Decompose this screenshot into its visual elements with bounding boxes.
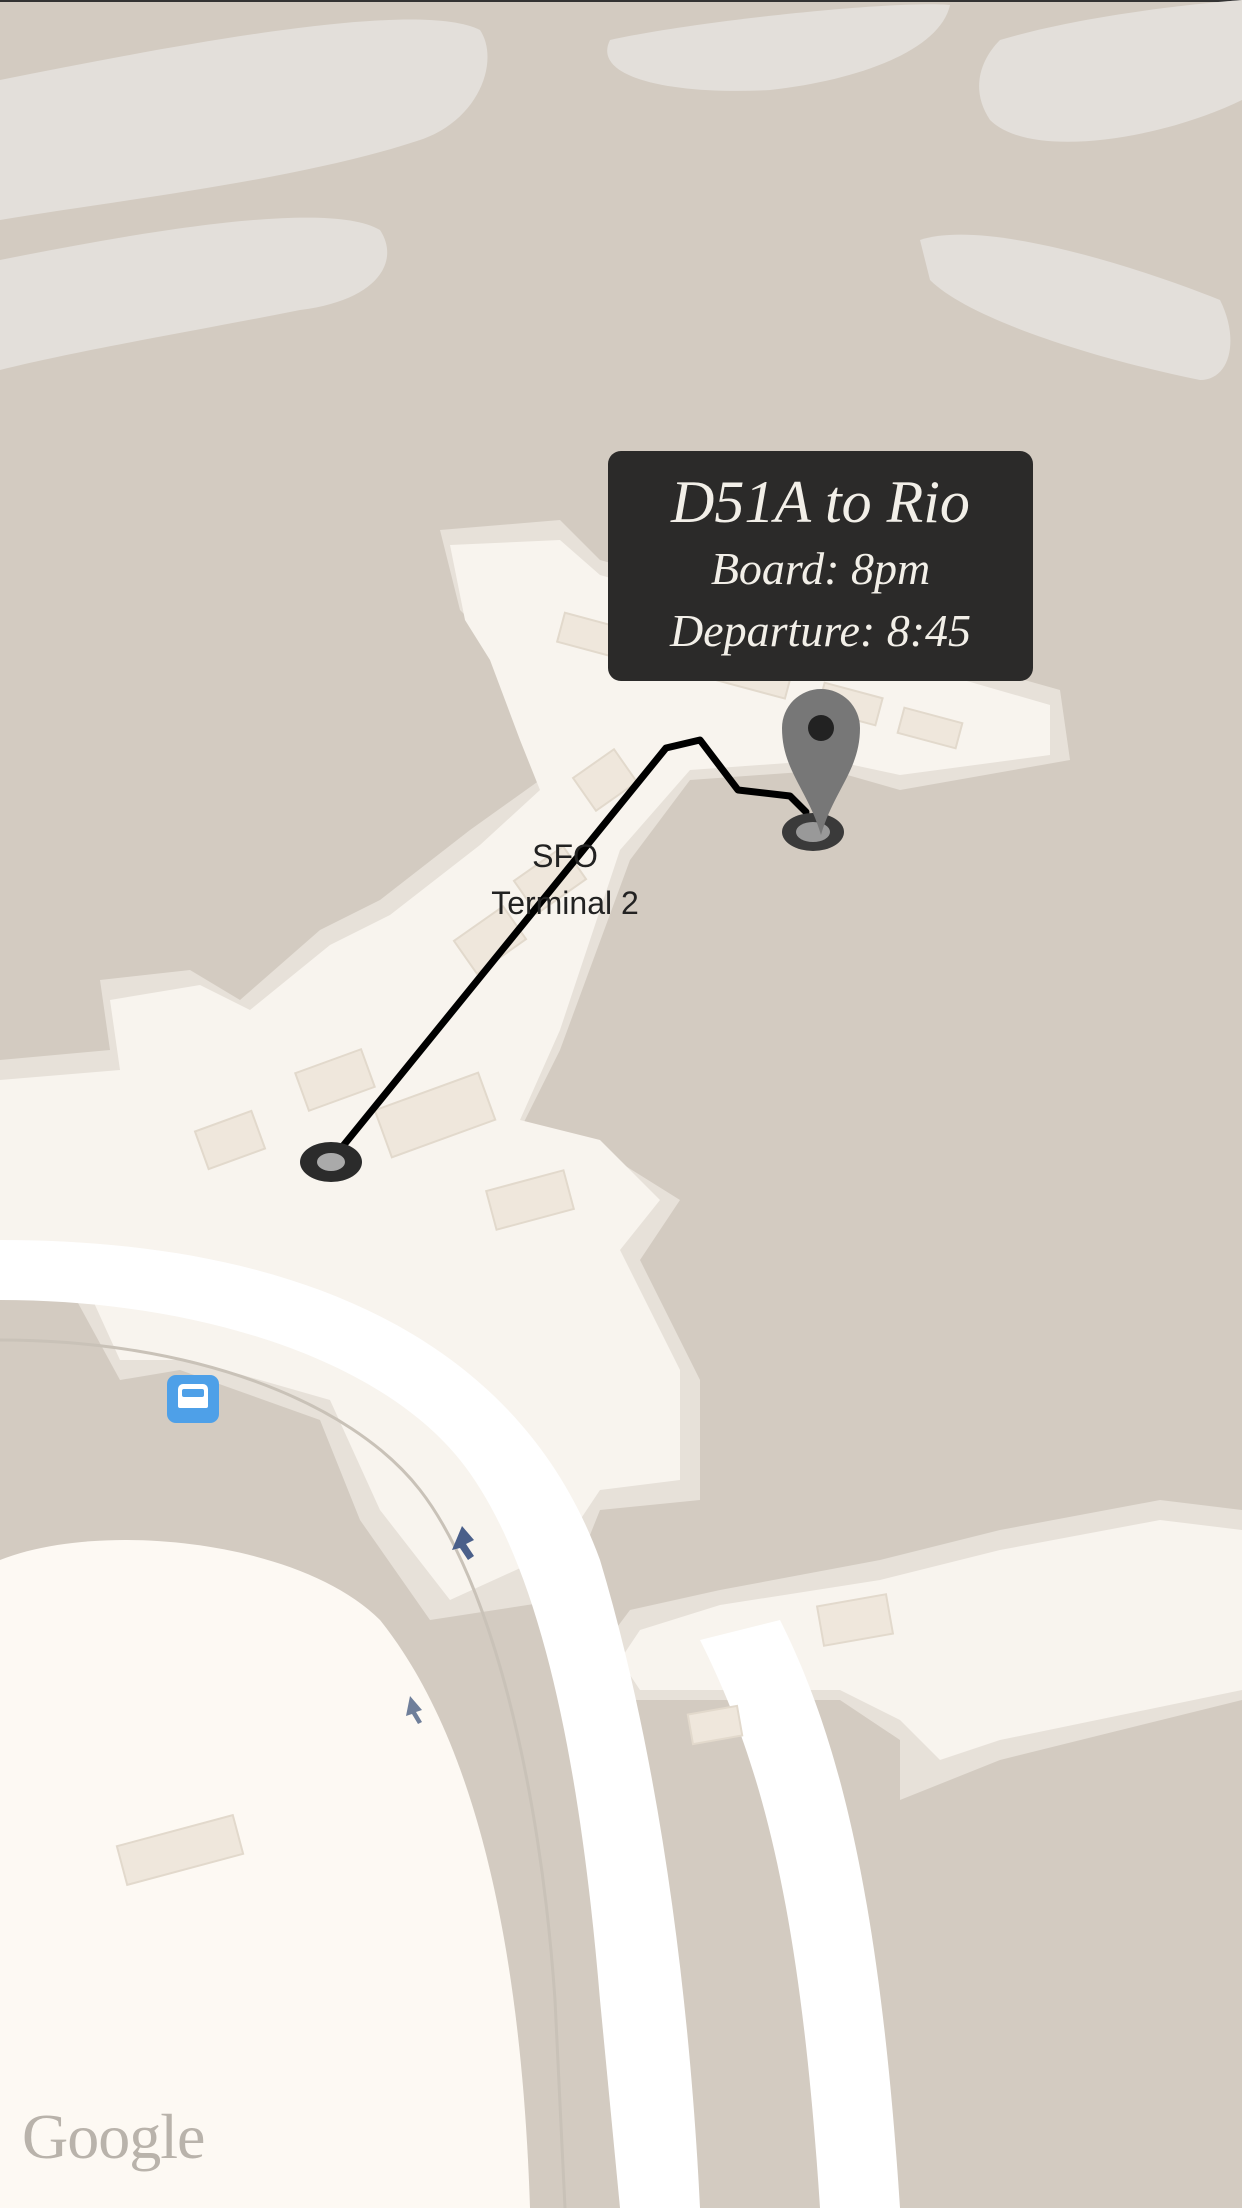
building-label-code: SFO xyxy=(532,838,598,874)
destination-ring-icon xyxy=(782,813,844,851)
tarmac-areas xyxy=(0,0,1242,380)
location-dot-icon[interactable] xyxy=(300,1142,362,1182)
map-canvas[interactable] xyxy=(0,0,1242,2208)
google-attribution[interactable]: Google xyxy=(22,2100,205,2174)
bus-icon[interactable] xyxy=(167,1375,219,1423)
building-label-name: Terminal 2 xyxy=(491,885,639,921)
callout-title: D51A to Rio xyxy=(671,469,970,535)
map-pin-icon[interactable] xyxy=(782,689,860,835)
building-label: SFO Terminal 2 xyxy=(491,833,639,927)
callout-departure: Departure: 8:45 xyxy=(669,605,972,656)
callout-boarding: Board: 8pm xyxy=(710,543,931,594)
flight-callout[interactable]: D51A to Rio Board: 8pm Departure: 8:45 xyxy=(608,451,1033,681)
